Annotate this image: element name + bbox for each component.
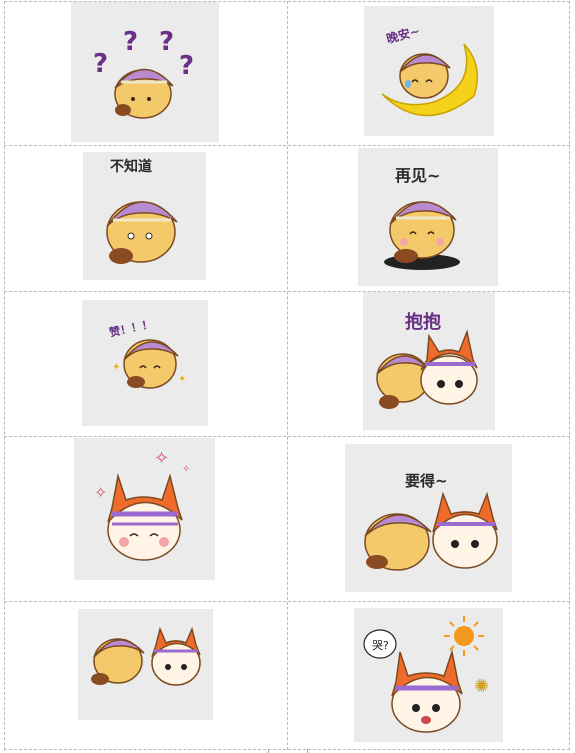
- page-edge-marker: [268, 749, 308, 753]
- sticker-confused[interactable]: ? ? ? ?: [71, 2, 219, 142]
- moon-bun-illustration: [381, 43, 479, 117]
- sticker-friends[interactable]: [78, 609, 213, 720]
- friends-illustration: [91, 626, 201, 686]
- sparkle-icon: ✧: [182, 464, 190, 475]
- sparkle-icon: ✺: [474, 676, 489, 697]
- shy-illustration: ✧ ✧ ✧: [94, 448, 190, 561]
- sticker-like[interactable]: 赞！！！ ✦ ✦: [82, 300, 208, 426]
- confused-bun-illustration: ? ? ? ?: [93, 27, 194, 119]
- sun-icon: [444, 616, 484, 656]
- sticker-caption: 再见~: [395, 166, 441, 185]
- table-divider-row1: [4, 145, 570, 146]
- sparkle-icon: ✦: [178, 374, 186, 385]
- sticker-will-do[interactable]: 要得~: [345, 444, 512, 592]
- sticker-sunny[interactable]: 哭? ✺: [354, 608, 503, 742]
- speech-bubble-icon: 哭?: [363, 629, 397, 659]
- sticker-good-night[interactable]: 晚安~: [364, 6, 494, 136]
- table-divider-vertical: [287, 1, 288, 750]
- question-mark-icon: ?: [93, 49, 108, 79]
- table-divider-row3: [4, 436, 570, 437]
- sticker-caption: 抱抱: [405, 312, 441, 333]
- sparkle-icon: ✦: [112, 362, 120, 373]
- will-do-illustration: [364, 491, 498, 571]
- sticker-hug[interactable]: 抱抱: [363, 292, 495, 430]
- sparkle-icon: ✧: [154, 448, 169, 469]
- sparkle-icon: ✧: [94, 483, 107, 502]
- sticker-caption: 不知道: [110, 159, 152, 175]
- sticker-caption: 要得~: [405, 472, 448, 490]
- question-mark-icon: ?: [179, 51, 194, 81]
- sticker-shy[interactable]: ✧ ✧ ✧: [74, 438, 215, 580]
- question-mark-icon: ?: [159, 27, 174, 57]
- sticker-goodbye[interactable]: 再见~: [358, 148, 498, 286]
- svg-text:哭?: 哭?: [372, 639, 389, 652]
- sunny-illustration: 哭? ✺: [363, 616, 489, 733]
- sticker-dont-know[interactable]: 不知道: [83, 152, 206, 280]
- question-mark-icon: ?: [123, 27, 138, 57]
- table-divider-row4: [4, 601, 570, 602]
